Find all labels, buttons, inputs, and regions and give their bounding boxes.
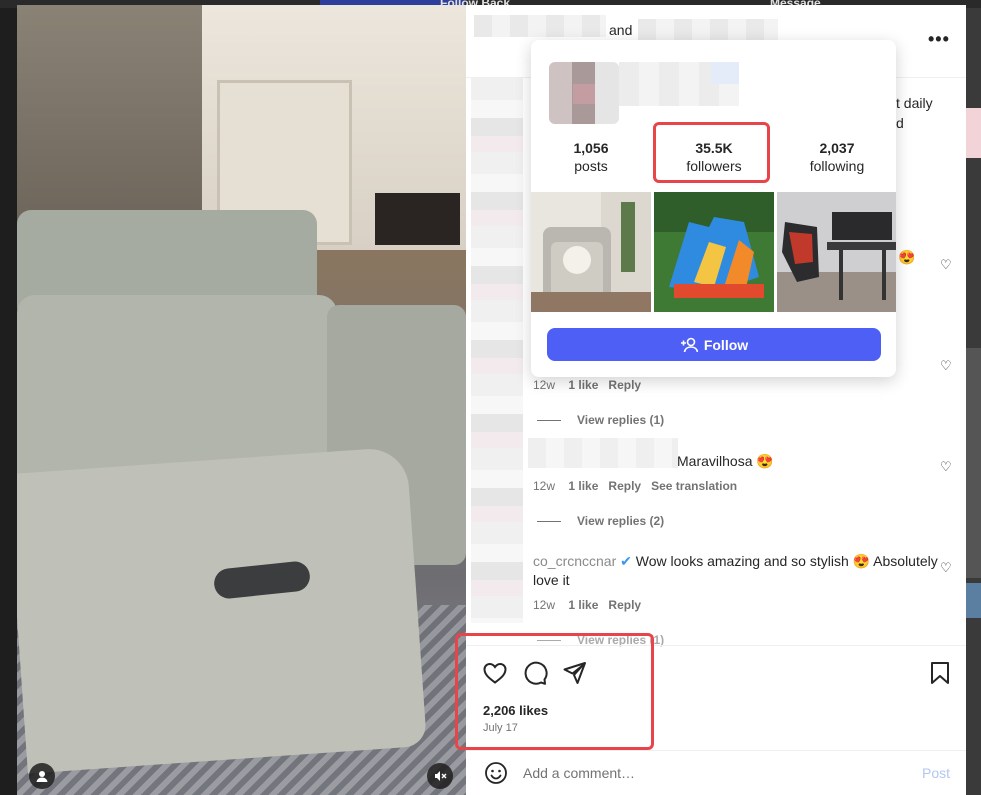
profile-hover-card: 1,056 posts 35.5K followers 2,037 follow… bbox=[531, 40, 896, 377]
reply-link[interactable]: Reply bbox=[608, 598, 641, 612]
collab-and-text: and bbox=[609, 22, 633, 38]
recent-post-thumbnail[interactable] bbox=[654, 192, 774, 312]
profile-avatar-blurred[interactable] bbox=[549, 62, 619, 124]
follow-button[interactable]: Follow bbox=[547, 328, 881, 361]
view-replies-button[interactable]: View replies (2) bbox=[537, 514, 664, 528]
profile-name-blurred-accent bbox=[711, 62, 739, 84]
comment-likes-link[interactable]: 1 like bbox=[568, 598, 598, 612]
stat-posts[interactable]: 1,056 posts bbox=[536, 140, 646, 174]
author-name-blurred[interactable] bbox=[474, 15, 606, 37]
comment-likes-link[interactable]: 1 like bbox=[568, 479, 598, 493]
comment-meta: 12w 1 like Reply bbox=[533, 378, 642, 392]
comment-emoji-fragment: 😍 bbox=[898, 249, 916, 265]
see-translation-link[interactable]: See translation bbox=[651, 479, 737, 493]
commenter-username[interactable]: co_crcnccnar bbox=[533, 553, 616, 569]
audio-muted-icon[interactable] bbox=[427, 763, 453, 789]
add-comment-bar: Post bbox=[466, 750, 966, 795]
more-options-icon[interactable]: ••• bbox=[928, 29, 950, 50]
avatar-column-blurred bbox=[471, 78, 523, 623]
reply-link[interactable]: Reply bbox=[608, 479, 641, 493]
recent-post-thumbnail[interactable] bbox=[777, 192, 896, 312]
background-right-edge bbox=[966, 8, 981, 795]
commenter-name-blurred[interactable] bbox=[528, 438, 678, 468]
comment-input[interactable] bbox=[523, 763, 903, 783]
comment-like-icon[interactable]: ♡ bbox=[940, 560, 952, 576]
tagged-user-icon[interactable] bbox=[29, 763, 55, 789]
comment-like-icon[interactable]: ♡ bbox=[940, 257, 952, 273]
comment-like-icon[interactable]: ♡ bbox=[940, 358, 952, 374]
collaborator-name-blurred[interactable] bbox=[638, 19, 778, 41]
reply-link[interactable]: Reply bbox=[608, 378, 641, 392]
comment-meta: 12w 1 like Reply bbox=[533, 598, 642, 612]
followers-highlight-box bbox=[653, 122, 770, 183]
comment-likes-link[interactable]: 1 like bbox=[568, 378, 598, 392]
actions-highlight-box bbox=[455, 633, 654, 750]
view-replies-button[interactable]: View replies (1) bbox=[537, 413, 664, 427]
save-bookmark-icon[interactable] bbox=[927, 660, 953, 686]
post-video[interactable] bbox=[17, 5, 466, 795]
comment-like-icon[interactable]: ♡ bbox=[940, 459, 952, 475]
comment-item: Maravilhosa 😍 bbox=[677, 452, 981, 471]
comment-item: co_crcnccnar ✔ Wow looks amazing and so … bbox=[533, 552, 953, 590]
add-person-icon bbox=[680, 337, 698, 352]
comment-meta: 12w 1 like Reply See translation bbox=[533, 479, 738, 493]
post-comment-button[interactable]: Post bbox=[922, 765, 950, 781]
emoji-picker-icon[interactable] bbox=[484, 761, 508, 785]
comment-text: Maravilhosa 😍 bbox=[677, 453, 774, 469]
comment-text: co_crcnccnar ✔ Wow looks amazing and so … bbox=[533, 553, 938, 588]
caption-fragment-1: t daily bbox=[896, 95, 933, 111]
stat-following[interactable]: 2,037 following bbox=[782, 140, 892, 174]
recent-post-thumbnail[interactable] bbox=[531, 192, 651, 312]
caption-fragment-2: d bbox=[896, 115, 904, 131]
